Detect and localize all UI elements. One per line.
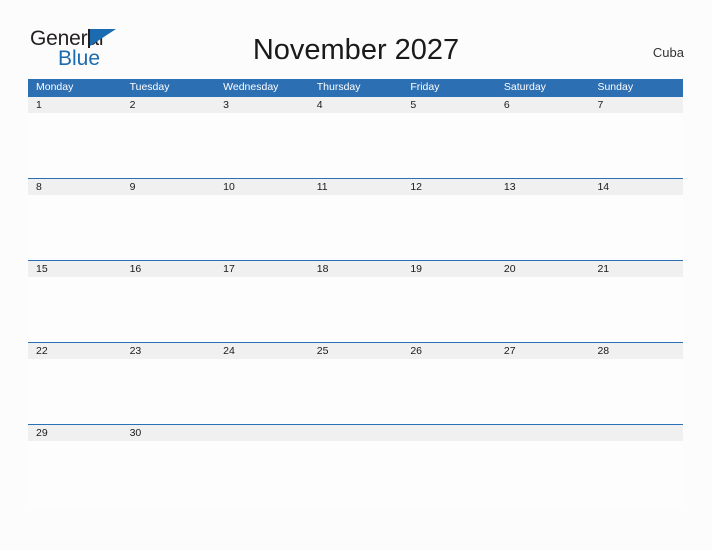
day-cell[interactable] — [28, 195, 122, 260]
day-cell[interactable] — [28, 441, 122, 506]
week-row: 22 23 24 25 26 27 28 — [28, 342, 683, 424]
day-cell[interactable] — [309, 113, 403, 178]
day-cell[interactable] — [402, 195, 496, 260]
day-cell[interactable] — [496, 113, 590, 178]
day-cell[interactable] — [28, 113, 122, 178]
day-cell[interactable] — [215, 113, 309, 178]
week-row: 29 30 — [28, 424, 683, 506]
date-number[interactable]: 2 — [122, 97, 216, 113]
day-cell[interactable] — [122, 195, 216, 260]
week-row: 15 16 17 18 19 20 21 — [28, 260, 683, 342]
week-event-strip — [28, 441, 683, 506]
date-number[interactable]: 15 — [28, 261, 122, 277]
day-cell[interactable] — [122, 359, 216, 424]
date-number[interactable]: 7 — [589, 97, 683, 113]
weekday-header-thursday: Thursday — [316, 81, 361, 93]
day-cell[interactable] — [28, 359, 122, 424]
weekday-header-saturday: Saturday — [503, 81, 546, 93]
week-date-strip: 1 2 3 4 5 6 7 — [28, 97, 683, 113]
date-number[interactable]: 8 — [28, 179, 122, 195]
region-label: Cuba — [652, 45, 684, 60]
day-cell[interactable] — [402, 359, 496, 424]
date-number[interactable]: 5 — [402, 97, 496, 113]
week-date-strip: 8 9 10 11 12 13 14 — [28, 179, 683, 195]
day-cell[interactable] — [28, 277, 122, 342]
day-cell[interactable] — [215, 195, 309, 260]
date-number[interactable]: 1 — [28, 97, 122, 113]
weekday-header-wednesday: Wednesday — [223, 81, 279, 93]
date-number[interactable]: 30 — [122, 425, 216, 441]
week-event-strip — [28, 359, 683, 424]
date-number[interactable]: 28 — [589, 343, 683, 359]
week-date-strip: 15 16 17 18 19 20 21 — [28, 261, 683, 277]
date-number[interactable]: 29 — [28, 425, 122, 441]
date-number[interactable]: 17 — [215, 261, 309, 277]
weekday-header-tuesday: Tuesday — [129, 81, 170, 93]
date-number[interactable] — [215, 425, 309, 441]
day-cell[interactable] — [122, 441, 216, 506]
date-number[interactable]: 25 — [309, 343, 403, 359]
day-cell[interactable] — [122, 113, 216, 178]
day-cell[interactable] — [215, 359, 309, 424]
date-number[interactable]: 20 — [496, 261, 590, 277]
date-number[interactable]: 6 — [496, 97, 590, 113]
date-number[interactable]: 16 — [122, 261, 216, 277]
weekday-header-row: Monday Tuesday Wednesday Thursday Friday… — [28, 79, 683, 96]
date-number[interactable] — [496, 425, 590, 441]
day-cell[interactable] — [309, 441, 403, 506]
week-event-strip — [28, 195, 683, 260]
day-cell[interactable] — [496, 441, 590, 506]
day-cell[interactable] — [496, 359, 590, 424]
date-number[interactable] — [309, 425, 403, 441]
date-number[interactable]: 24 — [215, 343, 309, 359]
week-row: 8 9 10 11 12 13 14 — [28, 178, 683, 260]
day-cell[interactable] — [309, 277, 403, 342]
day-cell[interactable] — [215, 441, 309, 506]
day-cell[interactable] — [589, 359, 683, 424]
date-number[interactable]: 13 — [496, 179, 590, 195]
calendar-table: Monday Tuesday Wednesday Thursday Friday… — [28, 79, 683, 506]
day-cell[interactable] — [309, 195, 403, 260]
day-cell[interactable] — [309, 359, 403, 424]
date-number[interactable] — [589, 425, 683, 441]
day-cell[interactable] — [402, 113, 496, 178]
date-number[interactable]: 27 — [496, 343, 590, 359]
day-cell[interactable] — [589, 277, 683, 342]
page-header: General Blue November 2027 Cuba — [0, 0, 712, 78]
week-date-strip: 22 23 24 25 26 27 28 — [28, 343, 683, 359]
weekday-header-sunday: Sunday — [597, 81, 634, 93]
day-cell[interactable] — [402, 441, 496, 506]
day-cell[interactable] — [496, 277, 590, 342]
day-cell[interactable] — [589, 195, 683, 260]
weekday-header-friday: Friday — [410, 81, 440, 93]
day-cell[interactable] — [589, 113, 683, 178]
day-cell[interactable] — [589, 441, 683, 506]
day-cell[interactable] — [496, 195, 590, 260]
week-event-strip — [28, 113, 683, 178]
week-row: 1 2 3 4 5 6 7 — [28, 96, 683, 178]
date-number[interactable]: 12 — [402, 179, 496, 195]
day-cell[interactable] — [215, 277, 309, 342]
date-number[interactable] — [402, 425, 496, 441]
day-cell[interactable] — [402, 277, 496, 342]
date-number[interactable]: 9 — [122, 179, 216, 195]
weekday-header-monday: Monday — [36, 81, 74, 93]
date-number[interactable]: 22 — [28, 343, 122, 359]
day-cell[interactable] — [122, 277, 216, 342]
date-number[interactable]: 11 — [309, 179, 403, 195]
date-number[interactable]: 23 — [122, 343, 216, 359]
date-number[interactable]: 14 — [589, 179, 683, 195]
date-number[interactable]: 26 — [402, 343, 496, 359]
page-title: November 2027 — [252, 34, 460, 66]
week-date-strip: 29 30 — [28, 425, 683, 441]
date-number[interactable]: 10 — [215, 179, 309, 195]
date-number[interactable]: 4 — [309, 97, 403, 113]
date-number[interactable]: 3 — [215, 97, 309, 113]
date-number[interactable]: 21 — [589, 261, 683, 277]
week-event-strip — [28, 277, 683, 342]
date-number[interactable]: 19 — [402, 261, 496, 277]
date-number[interactable]: 18 — [309, 261, 403, 277]
